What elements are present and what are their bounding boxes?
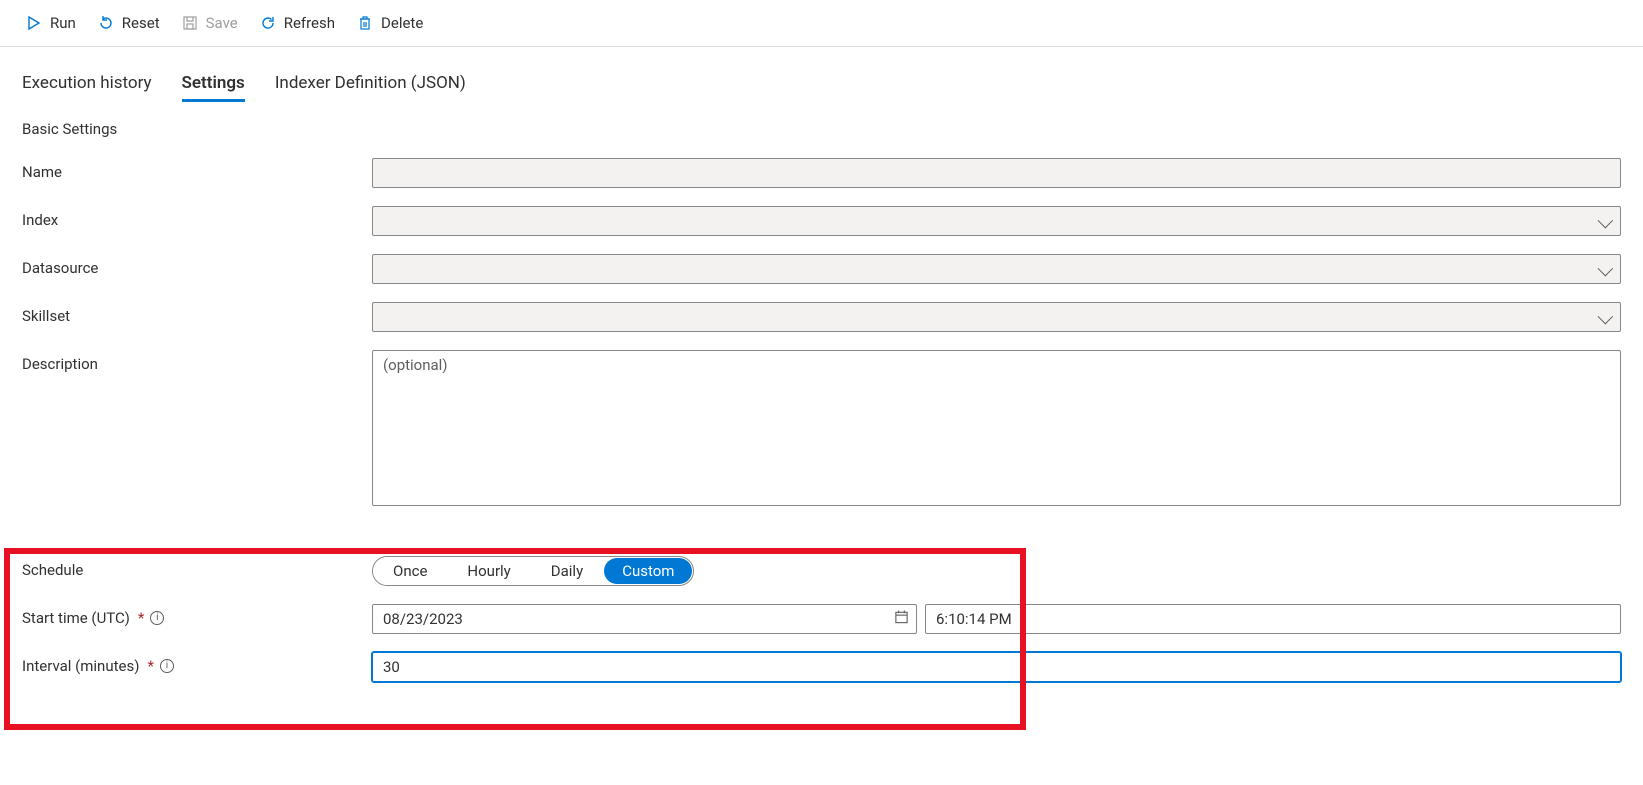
row-name: Name (22, 158, 1621, 188)
label-schedule: Schedule (22, 556, 372, 579)
delete-button[interactable]: Delete (355, 10, 425, 36)
refresh-icon (260, 15, 276, 31)
row-interval: Interval (minutes) * i (22, 652, 1621, 682)
label-index: Index (22, 206, 372, 229)
label-name: Name (22, 158, 372, 181)
label-start-time-text: Start time (UTC) (22, 609, 130, 627)
skillset-select[interactable] (372, 302, 1621, 332)
refresh-label: Refresh (284, 14, 335, 32)
required-star: * (147, 657, 153, 675)
row-datasource: Datasource (22, 254, 1621, 284)
tab-bar: Execution history Settings Indexer Defin… (0, 47, 1643, 102)
tab-execution-history[interactable]: Execution history (22, 73, 152, 102)
row-schedule: Schedule Once Hourly Daily Custom (22, 556, 1621, 586)
reset-button[interactable]: Reset (96, 10, 162, 36)
label-description: Description (22, 350, 372, 373)
save-icon (182, 15, 198, 31)
schedule-pill-group: Once Hourly Daily Custom (372, 556, 694, 586)
start-date-input[interactable] (372, 604, 917, 634)
datasource-select[interactable] (372, 254, 1621, 284)
save-button: Save (180, 10, 240, 36)
refresh-button[interactable]: Refresh (258, 10, 337, 36)
label-interval: Interval (minutes) * i (22, 652, 372, 675)
save-label: Save (206, 14, 238, 32)
reset-label: Reset (122, 14, 160, 32)
info-icon[interactable]: i (150, 611, 164, 625)
label-datasource: Datasource (22, 254, 372, 277)
tab-indexer-definition-json[interactable]: Indexer Definition (JSON) (275, 73, 466, 102)
calendar-icon[interactable] (894, 610, 909, 629)
play-icon (26, 15, 42, 31)
schedule-option-hourly[interactable]: Hourly (447, 557, 530, 585)
name-input[interactable] (372, 158, 1621, 188)
row-start-time: Start time (UTC) * i (22, 604, 1621, 634)
delete-label: Delete (381, 14, 423, 32)
run-button[interactable]: Run (24, 10, 78, 36)
settings-form: Name Index Datasource Skillset Descripti… (0, 142, 1643, 702)
info-icon[interactable]: i (160, 659, 174, 673)
row-index: Index (22, 206, 1621, 236)
row-description: Description (22, 350, 1621, 510)
schedule-option-daily[interactable]: Daily (531, 557, 603, 585)
schedule-option-custom[interactable]: Custom (604, 558, 692, 584)
run-label: Run (50, 14, 76, 32)
label-skillset: Skillset (22, 302, 372, 325)
reset-icon (98, 15, 114, 31)
label-start-time: Start time (UTC) * i (22, 604, 372, 627)
row-skillset: Skillset (22, 302, 1621, 332)
interval-input[interactable] (372, 652, 1621, 682)
trash-icon (357, 15, 373, 31)
tab-settings[interactable]: Settings (182, 73, 245, 102)
required-star: * (138, 609, 144, 627)
start-time-input[interactable] (925, 604, 1621, 634)
schedule-option-once[interactable]: Once (373, 557, 447, 585)
section-title-basic: Basic Settings (0, 102, 1643, 142)
index-select[interactable] (372, 206, 1621, 236)
toolbar: Run Reset Save Refresh Delete (0, 0, 1643, 47)
label-interval-text: Interval (minutes) (22, 657, 139, 675)
description-textarea[interactable] (372, 350, 1621, 506)
